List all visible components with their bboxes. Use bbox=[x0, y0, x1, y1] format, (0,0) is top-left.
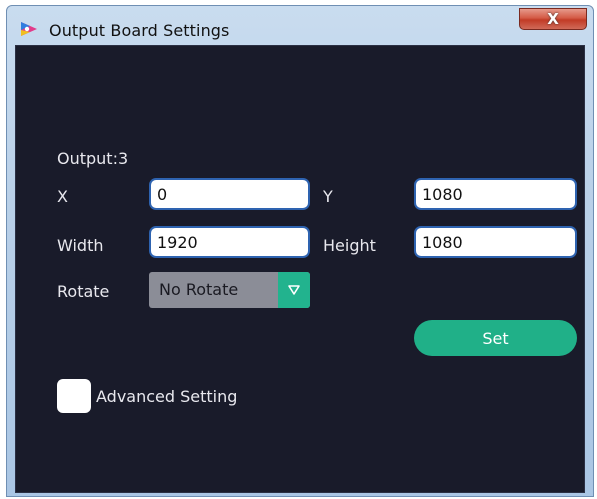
set-button[interactable]: Set bbox=[414, 320, 577, 356]
rotate-select[interactable]: No Rotate bbox=[149, 272, 310, 308]
output-label: Output:3 bbox=[57, 149, 129, 168]
width-label: Width bbox=[57, 236, 104, 255]
y-input[interactable] bbox=[414, 178, 577, 210]
height-label: Height bbox=[323, 236, 376, 255]
close-icon: X bbox=[547, 10, 559, 28]
advanced-setting-checkbox[interactable] bbox=[57, 379, 91, 413]
output-board-settings-window: Output Board Settings X Output:3 X Y Wid… bbox=[6, 5, 594, 497]
title-bar[interactable]: Output Board Settings X bbox=[7, 6, 593, 50]
app-logo-icon bbox=[20, 21, 38, 37]
dialog-content: Output:3 X Y Width Height Rotate No Rota… bbox=[15, 45, 585, 493]
rotate-label: Rotate bbox=[57, 282, 110, 301]
height-input[interactable] bbox=[414, 226, 577, 258]
dropdown-arrow-icon[interactable] bbox=[278, 272, 310, 308]
x-label: X bbox=[57, 187, 68, 206]
width-input[interactable] bbox=[149, 226, 310, 258]
x-input[interactable] bbox=[149, 178, 310, 210]
advanced-setting-label: Advanced Setting bbox=[96, 387, 238, 406]
window-title: Output Board Settings bbox=[49, 21, 230, 40]
close-button[interactable]: X bbox=[519, 8, 587, 30]
rotate-selected-value: No Rotate bbox=[159, 280, 239, 299]
y-label: Y bbox=[323, 187, 333, 206]
